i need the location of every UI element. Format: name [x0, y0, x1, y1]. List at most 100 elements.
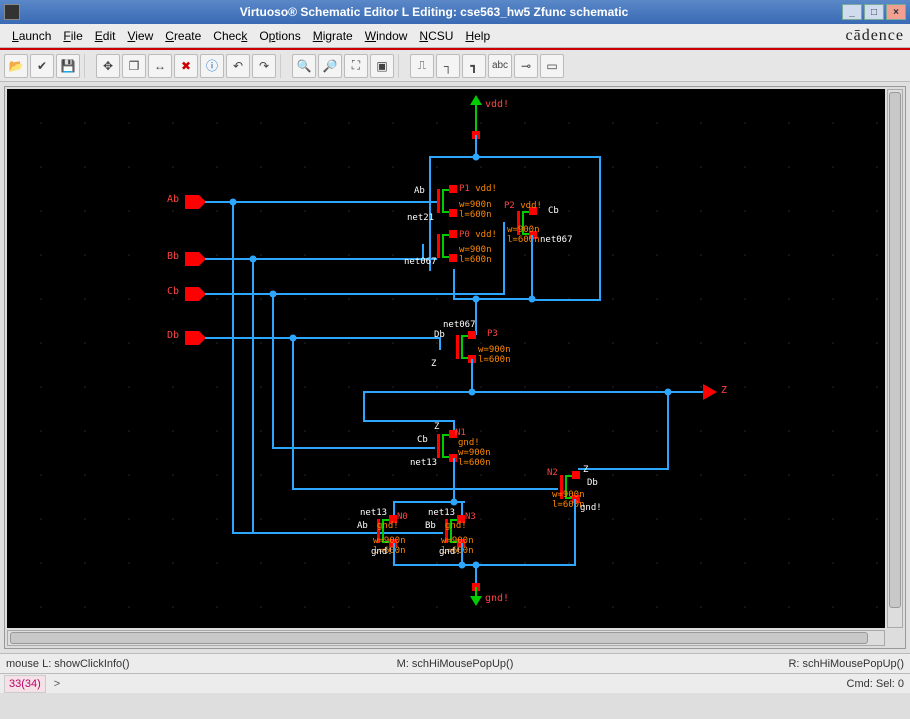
toolbar: 📂 ✔ 💾 ✥ ❐ ↔ ✖ ⓘ ↶ ↷ 🔍 🔎 ⛶ ▣ ⎍ ┐ ┓ abc ⊸ …: [0, 50, 910, 82]
vdd-label: vdd!: [485, 99, 509, 110]
terminal: [449, 230, 457, 238]
probe-icon[interactable]: ⎍: [410, 54, 434, 78]
net-label: net067: [540, 235, 573, 245]
net-label: Ab: [414, 186, 425, 196]
zoom-fit-icon[interactable]: ⛶: [344, 54, 368, 78]
annot-p1: P1 vdd!: [459, 184, 497, 194]
wire: [453, 298, 533, 300]
annot-p2: P2 vdd!: [504, 201, 542, 211]
annot-p1-l: l=600n: [459, 210, 492, 220]
undo-icon[interactable]: ↶: [226, 54, 250, 78]
scrollbar-thumb[interactable]: [10, 632, 868, 644]
vertical-scrollbar[interactable]: [887, 89, 903, 628]
annot-n1-w: w=900n: [458, 448, 491, 458]
label-icon[interactable]: abc: [488, 54, 512, 78]
zoom-sel-icon[interactable]: ▣: [370, 54, 394, 78]
menu-help[interactable]: Help: [459, 27, 496, 45]
annot-p0: P0 vdd!: [459, 230, 497, 240]
zoom-in-icon[interactable]: 🔍: [292, 54, 316, 78]
pin-ab[interactable]: [185, 195, 199, 209]
minimize-button[interactable]: _: [842, 4, 862, 20]
menu-create[interactable]: Create: [159, 27, 207, 45]
redo-icon[interactable]: ↷: [252, 54, 276, 78]
wire: [599, 156, 601, 299]
annot-n0-w: w=900n: [373, 536, 406, 546]
pin-bb[interactable]: [185, 252, 199, 266]
terminal: [449, 209, 457, 217]
annot-n1: N1: [455, 428, 466, 438]
delete-icon[interactable]: ✖: [174, 54, 198, 78]
net-label: net13: [410, 458, 437, 468]
menu-file[interactable]: File: [57, 27, 88, 45]
menu-launch[interactable]: Launch: [6, 27, 57, 45]
menu-view[interactable]: View: [121, 27, 159, 45]
annot-p1-w: w=900n: [459, 200, 492, 210]
menu-check[interactable]: Check: [207, 27, 253, 45]
window-title: Virtuoso® Schematic Editor L Editing: cs…: [28, 5, 840, 19]
status-mouse-m: M: schHiMousePopUp(): [397, 658, 514, 670]
gnd-label: gnd!: [485, 593, 509, 604]
vdd-symbol: [470, 95, 482, 105]
sheet-icon[interactable]: ▭: [540, 54, 564, 78]
pin-z[interactable]: [703, 384, 717, 400]
annot-n1-l: l=600n: [458, 458, 491, 468]
pin-cb[interactable]: [185, 287, 199, 301]
wire: [363, 420, 455, 422]
save-icon[interactable]: 💾: [56, 54, 80, 78]
app-icon: [4, 4, 20, 20]
annot-p2-l: l=600n: [507, 235, 540, 245]
net-label: net067: [404, 257, 437, 267]
toolbar-sep: [398, 54, 406, 78]
zoom-out-icon[interactable]: 🔎: [318, 54, 342, 78]
command-prompt[interactable]: >: [50, 678, 841, 690]
wire: [205, 337, 441, 339]
copy-icon[interactable]: ❐: [122, 54, 146, 78]
menu-window[interactable]: Window: [359, 27, 414, 45]
horizontal-scrollbar[interactable]: [7, 630, 885, 646]
menubar: Launch File Edit View Create Check Optio…: [0, 24, 910, 48]
wire: [252, 259, 254, 533]
info-icon[interactable]: ⓘ: [200, 54, 224, 78]
pin-icon[interactable]: ⊸: [514, 54, 538, 78]
annot-n1-b: gnd!: [458, 438, 480, 448]
wire: [574, 499, 576, 566]
menu-migrate[interactable]: Migrate: [307, 27, 359, 45]
close-button[interactable]: ×: [886, 4, 906, 20]
wire: [453, 269, 455, 299]
menu-edit[interactable]: Edit: [89, 27, 122, 45]
gnd-symbol: [470, 596, 482, 606]
pin-db[interactable]: [185, 331, 199, 345]
net-label: Bb: [425, 521, 436, 531]
terminal: [449, 185, 457, 193]
check-save-icon[interactable]: ✔: [30, 54, 54, 78]
wire: [531, 299, 601, 301]
open-icon[interactable]: 📂: [4, 54, 28, 78]
stretch-icon[interactable]: ↔: [148, 54, 172, 78]
net-label: net13: [428, 508, 455, 518]
wire: [363, 391, 365, 421]
menu-options[interactable]: Options: [253, 27, 306, 45]
wire-thin-icon[interactable]: ┐: [436, 54, 460, 78]
scrollbar-thumb[interactable]: [889, 92, 901, 608]
wire: [503, 222, 505, 295]
canvas-frame: vdd! Ab Bb Cb Db: [4, 86, 906, 649]
terminal: [468, 331, 476, 339]
wire: [232, 202, 234, 533]
annot-n3-w: w=900n: [441, 536, 474, 546]
annot-p0-w: w=900n: [459, 245, 492, 255]
wire-wide-icon[interactable]: ┓: [462, 54, 486, 78]
wire: [292, 488, 558, 490]
annot-n0-b: gnd!: [377, 521, 399, 531]
pin-db-label: Db: [167, 330, 179, 341]
schematic-canvas[interactable]: vdd! Ab Bb Cb Db: [7, 89, 885, 628]
menu-ncsu[interactable]: NCSU: [413, 27, 459, 45]
move-icon[interactable]: ✥: [96, 54, 120, 78]
wire: [578, 468, 669, 470]
annot-p0-l: l=600n: [459, 255, 492, 265]
window-titlebar: Virtuoso® Schematic Editor L Editing: cs…: [0, 0, 910, 24]
wire: [205, 258, 437, 260]
wire: [429, 156, 601, 158]
annot-p3: P3: [487, 329, 498, 339]
terminal: [572, 471, 580, 479]
maximize-button[interactable]: □: [864, 4, 884, 20]
